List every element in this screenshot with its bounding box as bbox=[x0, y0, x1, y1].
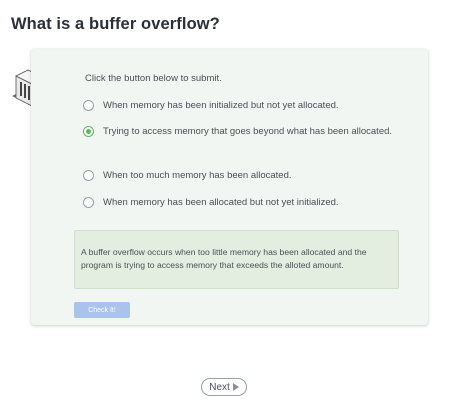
radio-button[interactable] bbox=[83, 170, 94, 181]
instructions-text: Click the button below to submit. bbox=[85, 73, 222, 84]
option-label: Trying to access memory that goes beyond… bbox=[103, 126, 393, 137]
radio-button-selected[interactable] bbox=[83, 126, 94, 137]
option-label: When memory has been allocated but not y… bbox=[103, 197, 339, 208]
option-2[interactable]: Trying to access memory that goes beyond… bbox=[83, 125, 393, 139]
option-4[interactable]: When memory has been allocated but not y… bbox=[83, 196, 393, 210]
option-label: When memory has been initialized but not… bbox=[103, 100, 339, 111]
option-1[interactable]: When memory has been initialized but not… bbox=[83, 99, 393, 113]
play-arrow-icon bbox=[232, 383, 239, 391]
page-title: What is a buffer overflow? bbox=[11, 15, 220, 33]
option-label: When too much memory has been allocated. bbox=[103, 170, 292, 181]
next-button[interactable]: Next bbox=[201, 378, 247, 396]
next-label: Next bbox=[209, 381, 230, 393]
feedback-text: A buffer overflow occurs when too little… bbox=[81, 247, 367, 270]
check-it-button[interactable]: Check It! bbox=[74, 302, 130, 318]
radio-button[interactable] bbox=[83, 197, 94, 208]
quiz-card: Click the button below to submit. When m… bbox=[31, 49, 428, 325]
feedback-box: A buffer overflow occurs when too little… bbox=[74, 230, 399, 289]
radio-button[interactable] bbox=[83, 100, 94, 111]
option-3[interactable]: When too much memory has been allocated. bbox=[83, 169, 393, 183]
